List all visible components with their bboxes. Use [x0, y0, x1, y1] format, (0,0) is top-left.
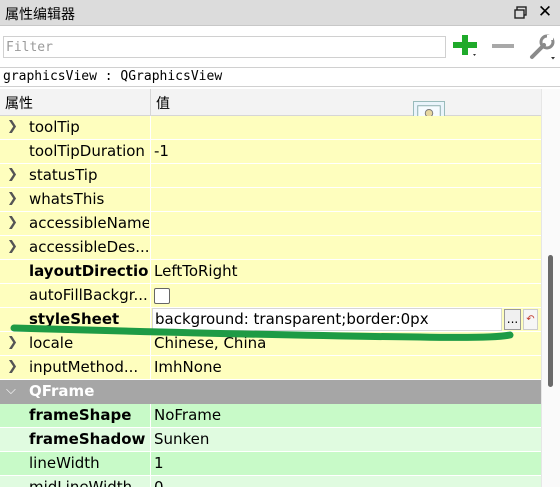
property-row[interactable]: ❯ locale Chinese, China — [0, 332, 541, 356]
property-value[interactable]: Sunken — [154, 430, 209, 448]
auto-fill-checkbox[interactable] — [154, 288, 170, 304]
property-name: frameShadow — [29, 430, 146, 448]
property-name: inputMethod... — [29, 358, 139, 376]
wrench-icon[interactable] — [527, 33, 557, 61]
column-divider — [150, 260, 151, 284]
column-divider — [150, 356, 151, 380]
chevron-right-icon[interactable]: ❯ — [7, 119, 19, 135]
chevron-right-icon[interactable]: ❯ — [7, 239, 19, 255]
chevron-right-icon[interactable]: ❯ — [7, 215, 19, 231]
dock-title-bar: 属性编辑器 ✕ — [0, 0, 560, 26]
property-name: accessibleDes... — [29, 238, 149, 256]
chevron-right-icon[interactable]: ❯ — [7, 359, 19, 375]
column-divider — [150, 404, 151, 428]
property-row[interactable]: toolTipDuration -1 — [0, 140, 541, 164]
chevron-right-icon[interactable]: ❯ — [7, 191, 19, 207]
column-divider — [150, 332, 151, 356]
header-property[interactable]: 属性 — [5, 93, 33, 113]
header-value[interactable]: 值 — [156, 93, 170, 113]
column-divider — [150, 236, 151, 260]
group-label: QFrame — [29, 382, 95, 400]
property-value[interactable]: ImhNone — [154, 358, 222, 376]
property-row[interactable]: ❯ toolTip — [0, 116, 541, 140]
column-divider — [150, 284, 151, 308]
float-icon[interactable] — [514, 6, 527, 19]
property-name: lineWidth — [29, 454, 100, 472]
property-value[interactable]: NoFrame — [154, 406, 221, 424]
property-row[interactable]: ❯ accessibleName — [0, 212, 541, 236]
scrollbar-thumb[interactable] — [548, 255, 553, 387]
property-value[interactable]: -1 — [154, 142, 169, 160]
property-row[interactable]: autoFillBackgr... — [0, 284, 541, 308]
property-row[interactable]: ❯ statusTip — [0, 164, 541, 188]
close-icon[interactable]: ✕ — [536, 3, 554, 21]
property-row[interactable]: midLineWidth 0 — [0, 476, 541, 487]
property-value[interactable]: LeftToRight — [154, 262, 238, 280]
group-row-qframe[interactable]: ⌵ QFrame — [0, 380, 541, 404]
reset-icon[interactable]: ↶ — [523, 309, 538, 330]
object-class-label: graphicsView : QGraphicsView — [0, 67, 560, 87]
property-row[interactable]: ❯ whatsThis — [0, 188, 541, 212]
dock-title: 属性编辑器 — [5, 7, 75, 23]
property-row[interactable]: lineWidth 1 — [0, 452, 541, 476]
property-row[interactable]: frameShape NoFrame — [0, 404, 541, 428]
add-property-icon[interactable] — [453, 34, 477, 58]
property-row-editing[interactable]: styleSheet background: transparent;borde… — [0, 308, 541, 332]
column-divider — [150, 140, 151, 164]
column-divider — [150, 164, 151, 188]
property-name: midLineWidth — [29, 478, 133, 487]
property-value[interactable]: Chinese, China — [154, 334, 266, 352]
chevron-right-icon[interactable]: ❯ — [7, 335, 19, 351]
column-divider — [150, 116, 151, 140]
property-name: whatsThis — [29, 190, 105, 208]
property-value[interactable]: 0 — [154, 478, 164, 487]
property-name: autoFillBackgr... — [29, 286, 148, 304]
edit-stylesheet-button[interactable]: ... — [504, 309, 521, 330]
header-divider — [150, 89, 151, 116]
property-row[interactable]: layoutDirection LeftToRight — [0, 260, 541, 284]
column-divider — [150, 476, 151, 487]
filter-input[interactable] — [3, 36, 446, 58]
column-divider — [150, 428, 151, 452]
column-divider — [150, 188, 151, 212]
property-name: styleSheet — [29, 310, 120, 328]
property-rows: ❯ toolTip toolTipDuration -1 ❯ statusTip… — [0, 116, 541, 487]
column-divider — [150, 212, 151, 236]
property-row[interactable]: ❯ inputMethod... ImhNone — [0, 356, 541, 380]
property-name: statusTip — [29, 166, 98, 184]
column-divider — [150, 308, 151, 332]
chevron-right-icon[interactable]: ❯ — [7, 167, 19, 183]
stylesheet-value-field[interactable]: background: transparent;border:0px — [152, 308, 502, 331]
property-name: accessibleName — [29, 214, 149, 232]
property-name: frameShape — [29, 406, 132, 424]
property-value[interactable]: 1 — [154, 454, 164, 472]
property-name: layoutDirection — [29, 262, 149, 280]
property-name: toolTipDuration — [29, 142, 145, 160]
chevron-down-icon[interactable]: ⌵ — [6, 383, 16, 398]
property-table-header: 属性 值 — [0, 89, 541, 116]
property-row[interactable]: ❯ accessibleDes... — [0, 236, 541, 260]
property-name: locale — [29, 334, 74, 352]
remove-property-icon[interactable] — [491, 34, 515, 58]
property-row[interactable]: frameShadow Sunken — [0, 428, 541, 452]
property-name: toolTip — [29, 118, 80, 136]
column-divider — [150, 452, 151, 476]
